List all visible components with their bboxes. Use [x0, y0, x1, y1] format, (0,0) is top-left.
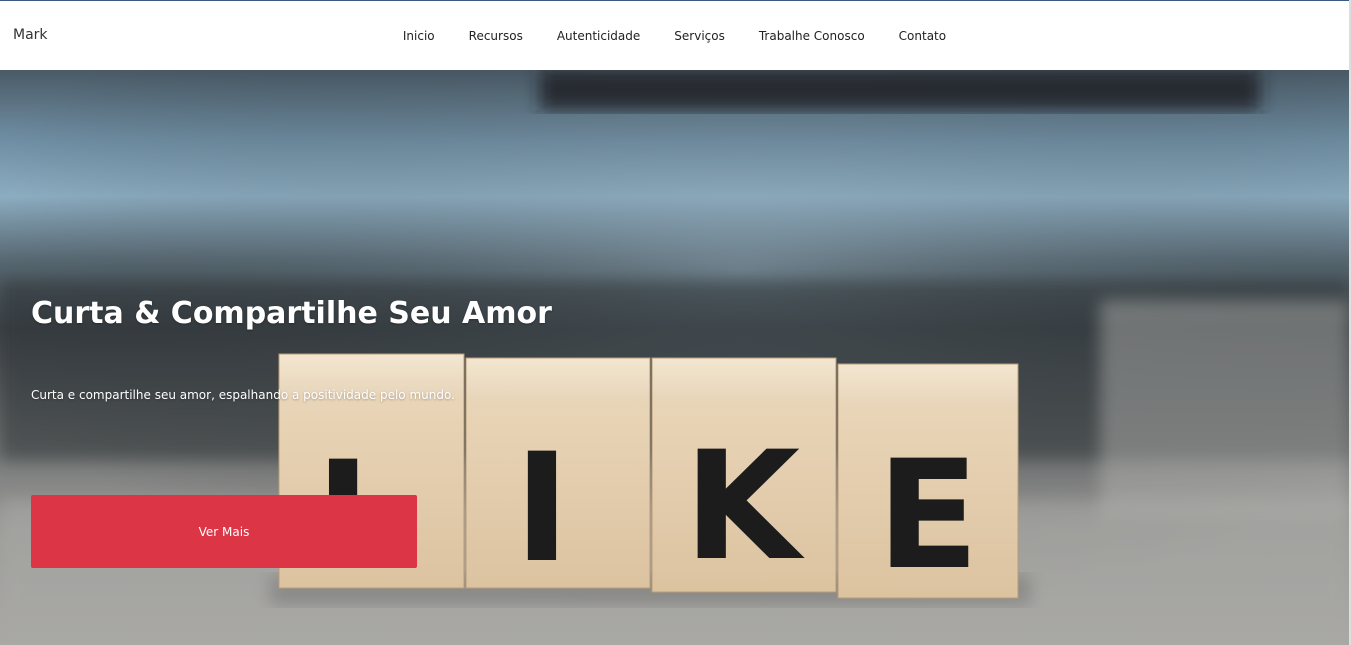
hero-subtitle: Curta e compartilhe seu amor, espalhando…: [31, 388, 455, 402]
hero-title: Curta & Compartilhe Seu Amor: [31, 296, 552, 331]
block-letter-i: I: [514, 422, 570, 596]
nav-item-contato[interactable]: Contato: [899, 29, 946, 43]
nav-item-recursos[interactable]: Recursos: [469, 29, 523, 43]
navbar: Mark Inicio Recursos Autenticidade Servi…: [0, 1, 1349, 70]
block-letter-k: K: [684, 420, 805, 594]
block-letter-e: E: [877, 429, 979, 603]
nav-item-servicos[interactable]: Serviços: [674, 29, 725, 43]
nav-links: Inicio Recursos Autenticidade Serviços T…: [0, 29, 1349, 43]
ver-mais-button[interactable]: Ver Mais: [31, 495, 417, 568]
nav-item-inicio[interactable]: Inicio: [403, 29, 435, 43]
hero-section: L I K E Curta & Compartilhe Seu Amor Cur…: [0, 70, 1349, 645]
nav-item-trabalhe-conosco[interactable]: Trabalhe Conosco: [759, 29, 865, 43]
nav-item-autenticidade[interactable]: Autenticidade: [557, 29, 640, 43]
